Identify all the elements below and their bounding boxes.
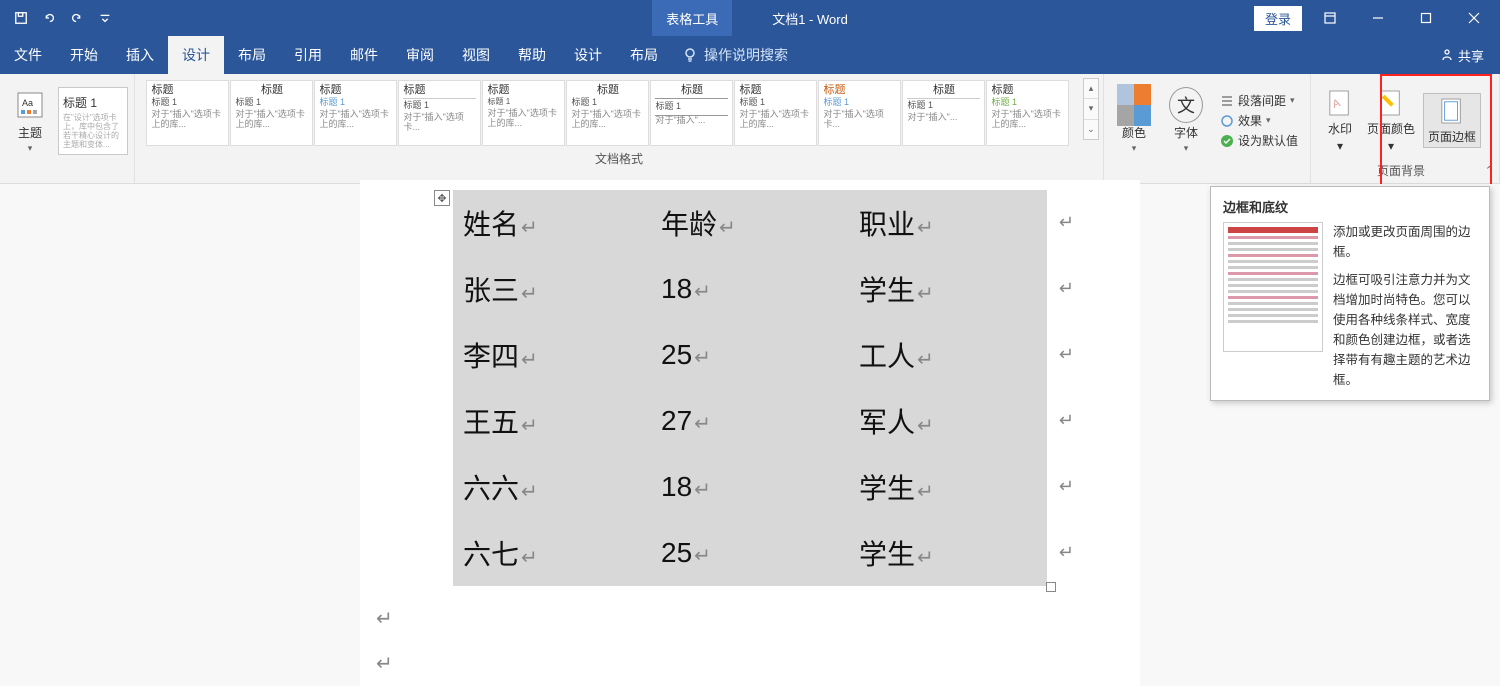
tooltip-title: 边框和底纹: [1223, 197, 1477, 216]
row-end-mark: ↵: [1059, 344, 1074, 365]
page-borders-icon: [1437, 96, 1467, 126]
watermark-button[interactable]: A 水印▾: [1321, 86, 1359, 155]
tooltip-description: 添加或更改页面周围的边框。 边框可吸引注意力并为文档增加时尚特色。您可以使用各种…: [1333, 222, 1477, 390]
paragraph-spacing-icon: [1220, 94, 1234, 108]
table-row: 六六↵ 18↵ 学生↵: [453, 454, 1047, 520]
group-colors-fonts: 颜色▾ 文 字体▾ 段落间距▾ 效果▾ 设为默认值: [1104, 74, 1310, 183]
effects-icon: [1220, 114, 1234, 128]
tab-home[interactable]: 开始: [56, 36, 112, 74]
table-row: 六七↵ 25↵ 学生↵: [453, 520, 1047, 586]
lightbulb-icon: [682, 47, 698, 63]
table-tools-context-tab: 表格工具: [652, 0, 732, 36]
tab-table-layout[interactable]: 布局: [616, 36, 672, 74]
row-end-mark: ↵: [1059, 212, 1074, 233]
close-button[interactable]: [1454, 4, 1494, 32]
document-title: 文档1 - Word: [772, 9, 848, 28]
page-borders-button[interactable]: 页面边框: [1423, 93, 1481, 148]
ribbon: Aa 主题 ▾ 标题 1 在"设计"选项卡上，库中包含了若干精心设计的主题和变体…: [0, 74, 1500, 184]
ribbon-tabs: 文件 开始 插入 设计 布局 引用 邮件 审阅 视图 帮助 设计 布局 操作说明…: [0, 36, 1500, 74]
document-page[interactable]: ✥ 姓名↵ 年龄↵ 职业↵ 张三↵ 18↵ 学生↵ 李四↵ 25↵ 工人↵: [360, 180, 1140, 686]
tab-view[interactable]: 视图: [448, 36, 504, 74]
table-resize-handle[interactable]: [1046, 582, 1056, 592]
colors-button[interactable]: 颜色▾: [1110, 86, 1158, 156]
table-row: 李四↵ 25↵ 工人↵: [453, 322, 1047, 388]
ribbon-display-options[interactable]: [1310, 4, 1350, 32]
collapse-ribbon-button[interactable]: ⌃: [1485, 164, 1494, 177]
check-icon: [1220, 134, 1234, 148]
title-bar: 表格工具 文档1 - Word 登录: [0, 0, 1500, 36]
fonts-icon: 文: [1169, 87, 1203, 123]
table-row: 张三↵ 18↵ 学生↵: [453, 256, 1047, 322]
set-default-button[interactable]: 设为默认值: [1220, 132, 1298, 149]
tab-file[interactable]: 文件: [0, 36, 56, 74]
tab-table-design[interactable]: 设计: [560, 36, 616, 74]
colors-icon: [1117, 84, 1151, 126]
paragraph-mark: ↵: [376, 606, 1140, 631]
group-document-formatting: 标题标题 1对于"插入"选项卡上的库... 标题标题 1对于"插入"选项卡上的库…: [135, 74, 1104, 183]
paragraph-spacing-button[interactable]: 段落间距▾: [1220, 92, 1298, 109]
themes-icon: Aa: [13, 88, 47, 122]
table-move-handle[interactable]: ✥: [434, 190, 450, 206]
login-button[interactable]: 登录: [1254, 6, 1302, 31]
group-themes: Aa 主题 ▾ 标题 1 在"设计"选项卡上，库中包含了若干精心设计的主题和变体…: [0, 74, 135, 183]
chevron-down-icon: ▾: [28, 143, 33, 154]
redo-button[interactable]: [64, 5, 90, 31]
maximize-button[interactable]: [1406, 4, 1446, 32]
style-set-gallery[interactable]: 标题标题 1对于"插入"选项卡上的库... 标题标题 1对于"插入"选项卡上的库…: [144, 78, 1093, 148]
themes-button[interactable]: Aa 主题 ▾: [6, 86, 54, 156]
theme-preview-card[interactable]: 标题 1 在"设计"选项卡上，库中包含了若干精心设计的主题和变体...: [58, 87, 128, 155]
watermark-icon: A: [1325, 88, 1355, 118]
document-table[interactable]: 姓名↵ 年龄↵ 职业↵ 张三↵ 18↵ 学生↵ 李四↵ 25↵ 工人↵ 王五↵ …: [453, 190, 1047, 586]
row-end-mark: ↵: [1059, 410, 1074, 431]
tell-me-search[interactable]: 操作说明搜索: [682, 45, 788, 65]
effects-button[interactable]: 效果▾: [1220, 112, 1298, 129]
group-page-background: A 水印▾ 页面颜色▾ 页面边框 页面背景: [1310, 74, 1500, 183]
tab-insert[interactable]: 插入: [112, 36, 168, 74]
table-row: 王五↵ 27↵ 军人↵: [453, 388, 1047, 454]
row-end-mark: ↵: [1059, 278, 1074, 299]
page-borders-tooltip: 边框和底纹 添加或更改页面周围的边框。 边框可吸引注意力并为文档增加时尚特色。您…: [1210, 186, 1490, 401]
minimize-button[interactable]: [1358, 4, 1398, 32]
tab-layout[interactable]: 布局: [224, 36, 280, 74]
paragraph-mark: ↵: [376, 651, 1140, 676]
tab-design[interactable]: 设计: [168, 36, 224, 74]
qat-customize[interactable]: [92, 5, 118, 31]
fonts-button[interactable]: 文 字体▾: [1162, 86, 1210, 156]
tooltip-preview-icon: [1223, 222, 1323, 352]
page-color-icon: [1376, 88, 1406, 118]
tab-help[interactable]: 帮助: [504, 36, 560, 74]
save-button[interactable]: [8, 5, 34, 31]
share-icon: [1440, 48, 1454, 62]
tab-mailings[interactable]: 邮件: [336, 36, 392, 74]
tab-review[interactable]: 审阅: [392, 36, 448, 74]
row-end-mark: ↵: [1059, 476, 1074, 497]
gallery-scroller[interactable]: ▴▾⌄: [1083, 78, 1099, 140]
svg-text:Aa: Aa: [22, 98, 33, 108]
quick-access-toolbar: [0, 5, 118, 31]
page-color-button[interactable]: 页面颜色▾: [1363, 86, 1419, 155]
tab-references[interactable]: 引用: [280, 36, 336, 74]
share-button[interactable]: 共享: [1440, 46, 1500, 65]
undo-button[interactable]: [36, 5, 62, 31]
tell-me-placeholder: 操作说明搜索: [704, 45, 788, 65]
table-row: 姓名↵ 年龄↵ 职业↵: [453, 190, 1047, 256]
row-end-mark: ↵: [1059, 542, 1074, 563]
